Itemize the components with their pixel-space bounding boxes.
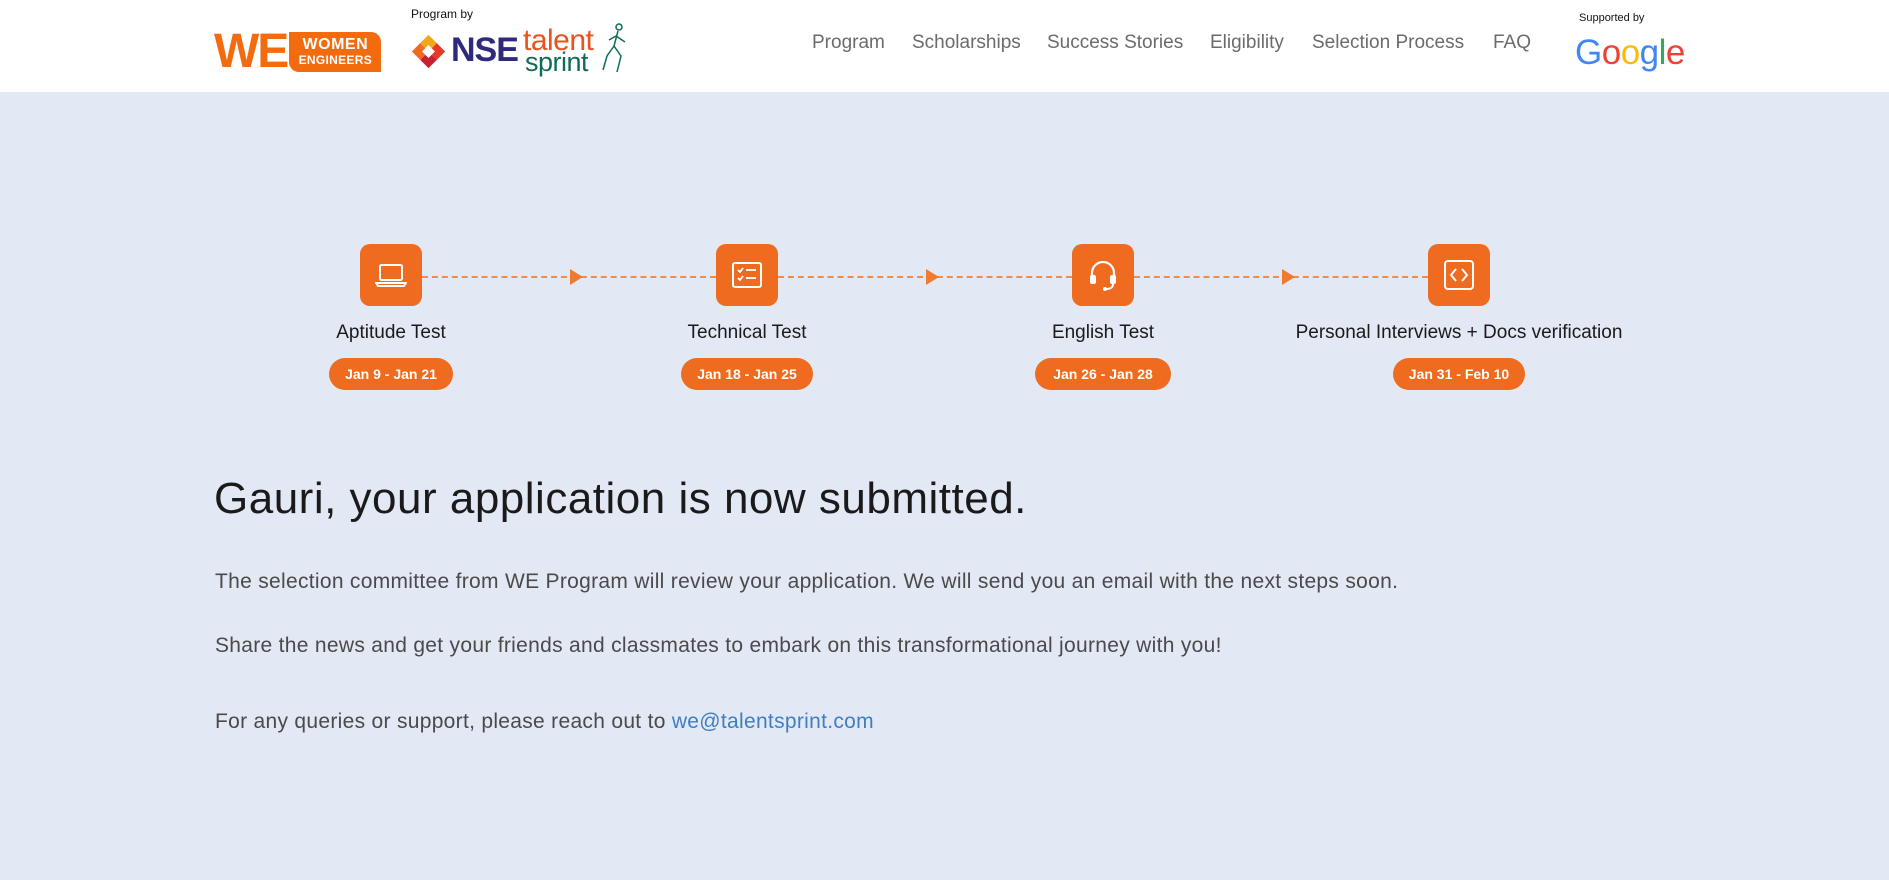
timeline-connector — [1134, 276, 1428, 278]
nav-selection-process[interactable]: Selection Process — [1312, 30, 1464, 56]
timeline-connector — [422, 276, 716, 278]
step-title: Aptitude Test — [336, 322, 446, 343]
we-women-engineers-logo[interactable]: WE WOMEN ENGINEERS — [214, 25, 382, 78]
support-message: For any queries or support, please reach… — [215, 710, 874, 734]
program-by-label: Program by — [411, 7, 474, 21]
step-interview-icon-box — [1428, 244, 1490, 306]
nse-logo-text: NSE — [451, 31, 519, 69]
google-letter: o — [1620, 33, 1640, 72]
arrow-right-icon — [570, 269, 583, 285]
confirmation-headline: Gauri, your application is now submitted… — [214, 474, 1027, 523]
runner-icon — [602, 23, 626, 73]
nav-scholarships[interactable]: Scholarships — [912, 30, 1021, 56]
nav-success-stories[interactable]: Success Stories — [1047, 30, 1183, 56]
google-letter: e — [1665, 33, 1685, 72]
google-letter: g — [1639, 33, 1659, 72]
arrow-right-icon — [926, 269, 939, 285]
supported-by-label: Supported by — [1579, 12, 1645, 24]
step-date-badge: Jan 31 - Feb 10 — [1393, 358, 1525, 390]
we-logo-line2: ENGINEERS — [298, 52, 373, 67]
step-title: Personal Interviews + Docs verification — [1295, 322, 1623, 343]
step-title: English Test — [1051, 322, 1155, 343]
we-logo-letters: WE — [214, 25, 289, 78]
nav-eligibility[interactable]: Eligibility — [1210, 30, 1284, 56]
share-message: Share the news and get your friends and … — [215, 634, 1222, 657]
step-date-badge: Jan 26 - Jan 28 — [1035, 358, 1171, 390]
headset-icon — [1090, 260, 1116, 291]
checklist-icon — [732, 262, 762, 288]
step-english-icon-box — [1072, 244, 1134, 306]
review-message: The selection committee from WE Program … — [215, 570, 1399, 593]
google-logo[interactable]: Google — [1575, 32, 1685, 74]
support-email-link[interactable]: we@talentsprint.com — [672, 710, 874, 733]
step-aptitude-icon-box — [360, 244, 422, 306]
step-title: Technical Test — [687, 322, 807, 343]
step-technical-icon-box — [716, 244, 778, 306]
nav-program[interactable]: Program — [812, 30, 885, 56]
step-date-badge: Jan 9 - Jan 21 — [329, 358, 453, 390]
talentsprint-logo-sprint: sprint — [525, 47, 589, 77]
nav-faq[interactable]: FAQ — [1493, 30, 1531, 56]
nse-logo-icon — [411, 34, 446, 69]
timeline-connector — [778, 276, 1072, 278]
google-letter: G — [1575, 33, 1602, 72]
support-message-text: For any queries or support, please reach… — [215, 710, 672, 733]
step-date-badge: Jan 18 - Jan 25 — [681, 358, 813, 390]
we-logo-line1: WOMEN — [302, 35, 369, 53]
laptop-icon — [375, 264, 407, 287]
we-logo-box: WOMEN ENGINEERS — [289, 31, 382, 72]
google-letter: o — [1601, 33, 1621, 72]
google-letter: l — [1658, 33, 1667, 72]
code-icon — [1444, 260, 1474, 290]
site-header: WE WOMEN ENGINEERS Program by NSE talent… — [0, 0, 1889, 92]
arrow-right-icon — [1282, 269, 1295, 285]
